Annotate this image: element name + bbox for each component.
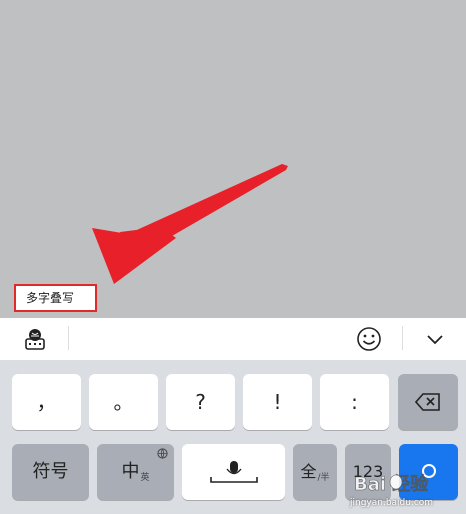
fullwidth-toggle[interactable]: 全 /半 bbox=[293, 444, 337, 500]
hint-label: 多字叠写 bbox=[26, 291, 75, 305]
key-question[interactable]: ? bbox=[166, 374, 235, 430]
microphone-icon bbox=[209, 461, 258, 483]
watermark-url: jingyan.baidu.com bbox=[350, 498, 434, 508]
keyboard-toolbar bbox=[0, 318, 466, 361]
key-question-label: ? bbox=[195, 390, 206, 414]
chevron-down-icon[interactable] bbox=[420, 324, 450, 354]
key-comma[interactable]: ， bbox=[12, 374, 81, 430]
key-colon-label: : bbox=[351, 390, 358, 414]
key-period[interactable]: 。 bbox=[89, 374, 158, 430]
key-comma-label: ， bbox=[36, 390, 57, 414]
globe-icon bbox=[157, 448, 168, 462]
space-key[interactable] bbox=[182, 444, 285, 500]
key-exclamation[interactable]: ! bbox=[243, 374, 312, 430]
keyboard-globe-icon[interactable] bbox=[20, 324, 50, 354]
key-exclamation-label: ! bbox=[273, 390, 282, 414]
symbols-key[interactable]: 符号 bbox=[12, 444, 89, 500]
key-colon[interactable]: : bbox=[320, 374, 389, 430]
toolbar-divider bbox=[68, 326, 69, 350]
chinese-label: 中 bbox=[121, 461, 140, 482]
fullwidth-label: 全 bbox=[300, 462, 317, 481]
halfwidth-sub-label: /半 bbox=[317, 472, 330, 483]
chinese-english-toggle[interactable]: 中 英 bbox=[97, 444, 174, 500]
english-sub-label: 英 bbox=[140, 472, 150, 483]
toolbar-divider bbox=[402, 326, 403, 350]
backspace-button[interactable] bbox=[398, 374, 458, 430]
symbols-key-label: 符号 bbox=[32, 461, 69, 482]
key-period-label: 。 bbox=[113, 390, 134, 414]
backspace-icon bbox=[415, 393, 440, 411]
annotation-arrow bbox=[92, 164, 288, 284]
smiley-icon[interactable] bbox=[354, 324, 384, 354]
handwriting-mode-hint[interactable]: 多字叠写 bbox=[14, 284, 97, 312]
